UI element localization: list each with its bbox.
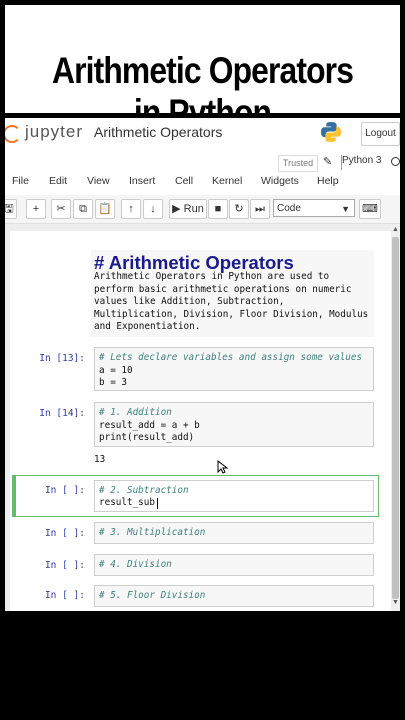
code-line: result_sub <box>99 497 161 508</box>
markdown-paragraph: Arithmetic Operators in Python are used … <box>94 271 376 334</box>
scrollbar-thumb[interactable] <box>392 237 399 599</box>
code-line: # 5. Floor Division <box>99 590 206 601</box>
keyboard-icon[interactable]: ⌨ <box>359 199 381 219</box>
chevron-down-icon: ▼ <box>341 204 350 214</box>
code-line: # 1. Addition <box>99 407 172 418</box>
move-down-icon[interactable]: ↓ <box>143 199 163 219</box>
save-icon[interactable]: 🖫 <box>5 199 17 219</box>
scroll-down-icon[interactable]: ▼ <box>392 599 399 606</box>
cell-prompt: In [ ]: <box>44 528 85 539</box>
cell-prompt: In [13]: <box>39 353 85 364</box>
cell-prompt: In [ ]: <box>44 485 85 496</box>
cell-prompt: In [14]: <box>39 408 85 419</box>
cell-type-select[interactable]: Code ▼ <box>273 199 355 217</box>
cell-prompt: In [ ]: <box>44 560 85 571</box>
menu-widgets[interactable]: Widgets <box>261 175 299 187</box>
code-line: result_add = a + b <box>99 420 200 431</box>
cell-type-value: Code <box>277 203 301 214</box>
scroll-up-icon[interactable]: ▲ <box>392 226 399 233</box>
kernel-name[interactable]: Python 3 <box>342 155 381 166</box>
run-button[interactable]: ▶︎ Run <box>169 199 207 219</box>
video-frame: Arithmetic Operators in Python jupyter A… <box>5 5 400 700</box>
cell-output: 13 <box>94 454 106 465</box>
code-line: a = 10 <box>99 365 133 376</box>
markdown-line: values like Addition, Subtraction, <box>94 296 285 308</box>
edit-pencil-icon[interactable]: ✎ <box>323 155 332 168</box>
run-label: Run <box>183 203 204 215</box>
menu-file[interactable]: File <box>12 175 29 187</box>
kernel-status-icon <box>391 157 400 166</box>
menu-cell[interactable]: Cell <box>175 175 193 187</box>
cell-prompt: In [ ]: <box>44 590 85 601</box>
code-line: print(result_add) <box>99 432 195 443</box>
mouse-cursor-icon <box>217 460 229 474</box>
video-bottom-band <box>5 611 400 700</box>
stop-icon[interactable]: ■ <box>208 199 228 219</box>
menu-edit[interactable]: Edit <box>49 175 67 187</box>
notebook-title[interactable]: Arithmetic Operators <box>94 124 222 140</box>
code-line: # Lets declare variables and assign some… <box>99 352 363 363</box>
code-line: # 3. Multiplication <box>99 527 206 538</box>
fast-forward-icon[interactable]: ⏭ <box>250 199 270 219</box>
python-logo-icon <box>321 122 341 142</box>
menu-insert[interactable]: Insert <box>129 175 155 187</box>
menu-view[interactable]: View <box>87 175 110 187</box>
run-icon: ▶︎ <box>172 203 181 215</box>
copy-icon[interactable]: ⧉ <box>73 199 93 219</box>
move-up-icon[interactable]: ↑ <box>121 199 141 219</box>
code-line: b = 3 <box>99 377 127 388</box>
markdown-line: Arithmetic Operators in Python are used … <box>94 271 330 282</box>
text-cursor <box>157 498 158 509</box>
restart-icon[interactable]: ↻ <box>229 199 249 219</box>
code-line: # 4. Division <box>99 559 172 570</box>
paste-icon[interactable]: 📋 <box>95 199 115 219</box>
menu-kernel[interactable]: Kernel <box>212 175 242 187</box>
cut-icon[interactable]: ✂ <box>51 199 71 219</box>
markdown-line: and Exponentiation. <box>94 321 201 333</box>
logout-button[interactable]: Logout <box>361 122 400 146</box>
trusted-badge[interactable]: Trusted <box>278 155 318 172</box>
menu-help[interactable]: Help <box>317 175 339 187</box>
markdown-line: perform basic arithmetic operations on n… <box>94 283 352 295</box>
code-line: # 2. Subtraction <box>99 485 189 496</box>
jupyter-logo-text[interactable]: jupyter <box>25 122 83 142</box>
add-cell-icon[interactable]: + <box>26 199 46 219</box>
markdown-line: Multiplication, Division, Floor Division… <box>94 308 369 320</box>
title-banner: Arithmetic Operators in Python <box>5 5 400 133</box>
selected-cell-indicator <box>12 475 16 517</box>
